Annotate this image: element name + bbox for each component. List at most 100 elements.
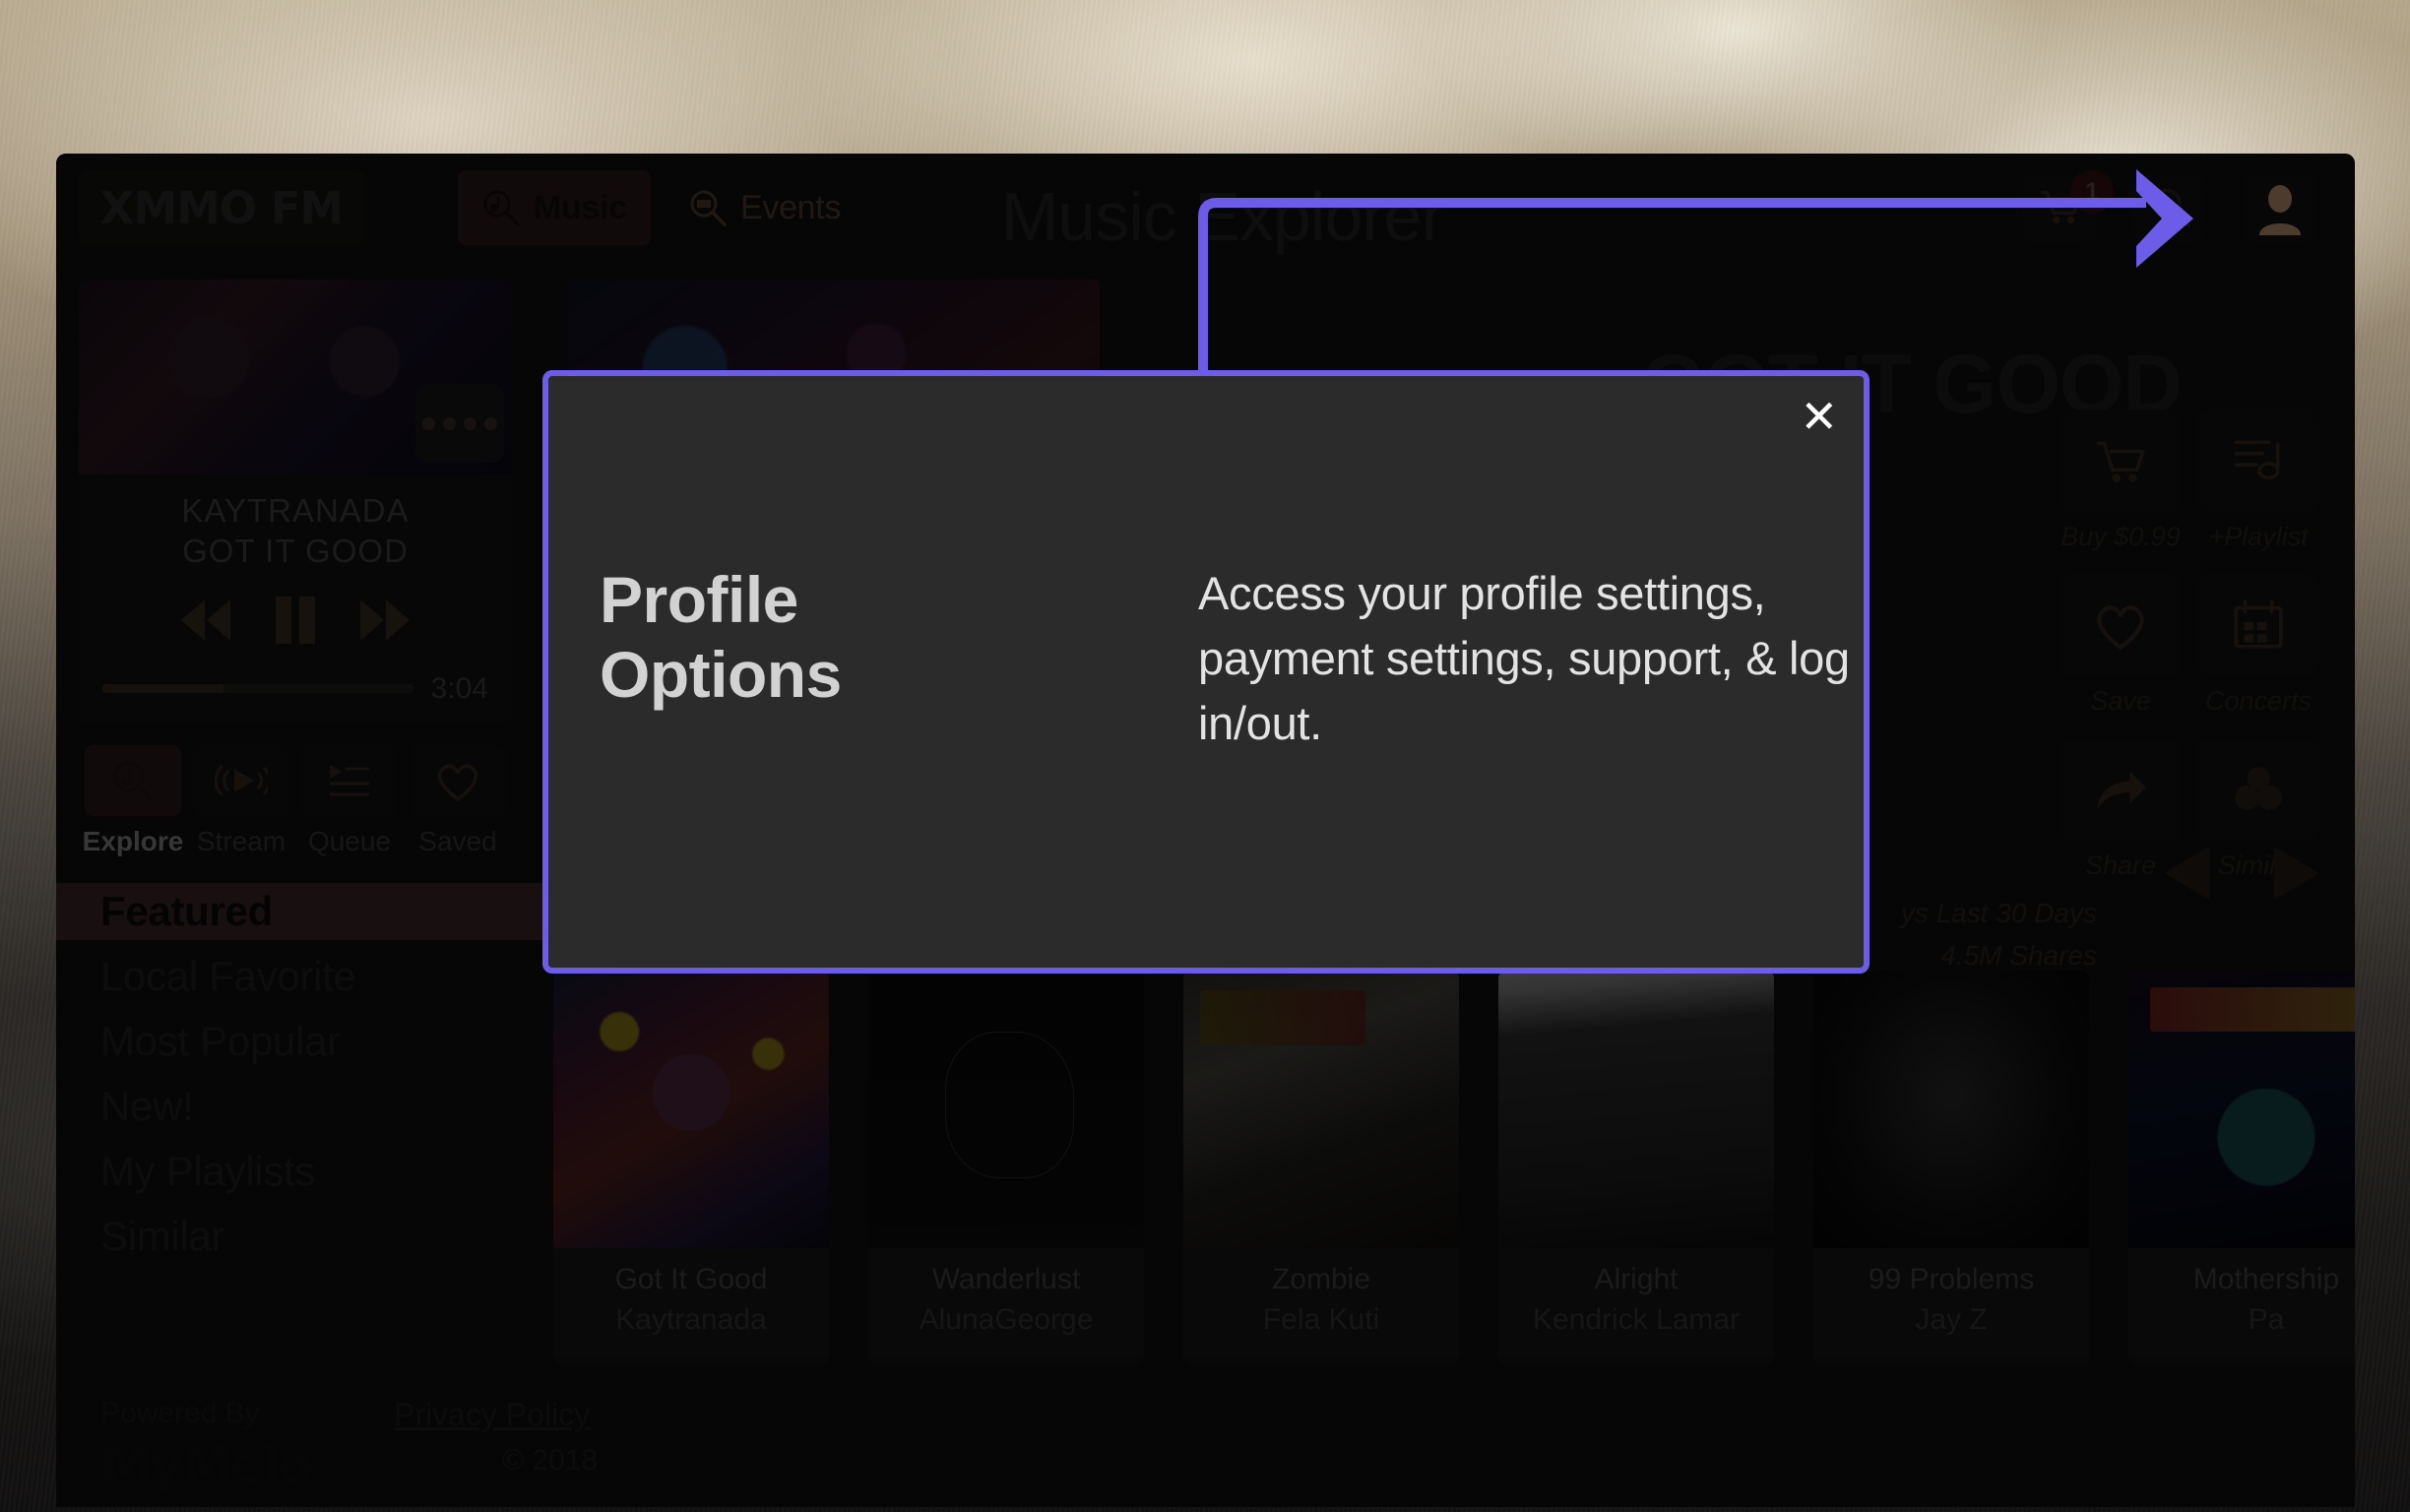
mode-tab-explore[interactable]: Explore — [79, 744, 187, 857]
album-title: Zombie — [1271, 1263, 1371, 1295]
hero-stats: ys Last 30 Days 4.5M Shares — [1901, 892, 2097, 977]
mymelo-logo: MyMelo — [100, 1436, 313, 1495]
cart-icon — [2060, 410, 2182, 512]
pause-button[interactable] — [270, 594, 321, 647]
action-save[interactable]: Save — [2060, 574, 2182, 717]
mode-tab-saved[interactable]: Saved — [404, 744, 512, 857]
action-add-playlist-label: +Playlist — [2208, 522, 2309, 551]
album-cover — [1813, 971, 2089, 1248]
album-artist: Kaytranada — [615, 1302, 767, 1336]
mode-tab-stream[interactable]: Stream — [187, 744, 295, 857]
player-progress[interactable]: 3:04 — [79, 647, 512, 706]
action-concerts[interactable]: Concerts — [2197, 574, 2319, 717]
copyright-label: © 2018 — [502, 1444, 599, 1477]
album-cover — [1498, 971, 1774, 1248]
album-artist: AlunaGeorge — [919, 1302, 1094, 1336]
action-buy-label: Buy $0.99 — [2061, 522, 2181, 551]
category-label: New! — [100, 1082, 194, 1129]
privacy-policy-link[interactable]: Privacy Policy — [394, 1397, 590, 1433]
mode-tab-saved-label: Saved — [418, 825, 497, 856]
album-artist: Kendrick Lamar — [1532, 1302, 1741, 1336]
mode-tabs: Explore Stream Queue Saved — [79, 744, 512, 857]
action-panel: Buy $0.99 +Playlist Save Concerts Share … — [2060, 410, 2335, 903]
app-header: XMMO FM Music Events Music Explorer 1 — [56, 154, 2355, 264]
queue-icon — [301, 744, 398, 816]
player-album-art — [79, 280, 512, 474]
left-sidebar: KAYTRANADA GOT IT GOOD 3:04 Explore Stre… — [56, 280, 610, 1269]
modal-body-text: Access your profile settings, payment se… — [1198, 567, 1850, 749]
player-time: 3:04 — [430, 671, 488, 705]
next-arrow-icon[interactable] — [2268, 843, 2325, 909]
album-artist: Pa — [2248, 1302, 2285, 1336]
progress-bar[interactable] — [102, 684, 413, 693]
heart-icon — [410, 744, 506, 816]
heart-icon — [2060, 574, 2182, 676]
album-card[interactable]: Zombie Fela Kuti — [1183, 971, 1459, 1364]
tab-music-label: Music — [534, 188, 627, 226]
action-add-playlist[interactable]: +Playlist — [2197, 410, 2319, 552]
profile-avatar-icon — [2253, 182, 2307, 235]
now-playing-player: KAYTRANADA GOT IT GOOD 3:04 — [79, 280, 512, 724]
mode-tab-queue[interactable]: Queue — [295, 744, 404, 857]
add-playlist-icon — [2197, 410, 2319, 512]
share-arrow-icon — [2060, 738, 2182, 841]
page-title: Music Explorer — [1001, 178, 1444, 255]
prev-arrow-icon[interactable] — [2158, 843, 2215, 909]
category-my-playlists[interactable]: My Playlists — [79, 1139, 512, 1204]
people-icon — [2197, 738, 2319, 841]
album-card[interactable]: Mothership Pa — [2128, 971, 2355, 1364]
category-most-popular[interactable]: Most Popular — [79, 1009, 512, 1074]
album-title: Wanderlust — [931, 1263, 1081, 1295]
previous-button[interactable] — [175, 596, 236, 645]
mode-tab-queue-label: Queue — [307, 825, 392, 856]
cart-badge: 1 — [2070, 170, 2114, 214]
mode-tab-explore-label: Explore — [82, 825, 184, 856]
album-card[interactable]: 99 Problems Jay Z — [1813, 971, 2089, 1364]
tab-music[interactable]: Music — [458, 170, 651, 245]
search-icon — [2148, 185, 2191, 233]
profile-button[interactable] — [2244, 175, 2316, 242]
album-card[interactable]: Alright Kendrick Lamar — [1498, 971, 1774, 1364]
album-cover — [553, 971, 829, 1248]
category-featured[interactable]: Featured — [56, 879, 610, 944]
category-similar[interactable]: Similar — [79, 1204, 512, 1269]
album-title: Alright — [1594, 1263, 1679, 1295]
action-concerts-label: Concerts — [2204, 686, 2313, 716]
next-button[interactable] — [354, 596, 415, 645]
calendar-icon — [2197, 574, 2319, 676]
tab-events[interactable]: Events — [665, 170, 865, 245]
close-icon[interactable]: ✕ — [1800, 394, 1838, 439]
album-cover — [1183, 971, 1459, 1248]
category-label: Most Popular — [100, 1017, 341, 1064]
album-artist: Fela Kuti — [1262, 1302, 1380, 1336]
category-local-favorite[interactable]: Local Favorite — [79, 944, 512, 1009]
action-buy[interactable]: Buy $0.99 — [2060, 410, 2182, 552]
album-title: 99 Problems — [1868, 1263, 2035, 1295]
carousel-arrows — [2158, 843, 2325, 909]
album-strip: Got It Good Kaytranada Wanderlust AlunaG… — [553, 971, 2355, 1364]
app-footer: Powered By MyMelo Privacy Policy © 2018 — [79, 1397, 886, 1495]
album-card[interactable]: Wanderlust AlunaGeorge — [868, 971, 1144, 1364]
album-artist: Jay Z — [1915, 1302, 1988, 1336]
more-dots-icon[interactable] — [415, 384, 504, 463]
profile-options-modal: ✕ Profile Options Access your profile se… — [542, 370, 1870, 974]
category-label: Local Favorite — [100, 952, 356, 999]
category-label: Featured — [100, 887, 273, 934]
player-artist: KAYTRANADA — [181, 492, 410, 529]
brand-logo[interactable]: XMMO FM — [79, 170, 364, 245]
category-new[interactable]: New! — [79, 1074, 512, 1139]
modal-heading: Profile Options — [600, 563, 842, 711]
search-button[interactable] — [2133, 175, 2206, 242]
brand-logo-text: XMMO FM — [99, 181, 345, 234]
album-cover — [2128, 971, 2355, 1248]
ticket-search-icon — [688, 188, 728, 227]
category-list: Featured Local Favorite Most Popular New… — [56, 879, 610, 1269]
album-card[interactable]: Got It Good Kaytranada — [553, 971, 829, 1364]
album-title: Got It Good — [614, 1263, 768, 1295]
powered-by-label: Powered By — [100, 1397, 260, 1429]
album-cover — [868, 971, 1144, 1248]
category-label: Similar — [100, 1212, 225, 1259]
action-save-label: Save — [2090, 686, 2151, 716]
player-controls — [79, 594, 512, 647]
tab-events-label: Events — [740, 188, 842, 226]
